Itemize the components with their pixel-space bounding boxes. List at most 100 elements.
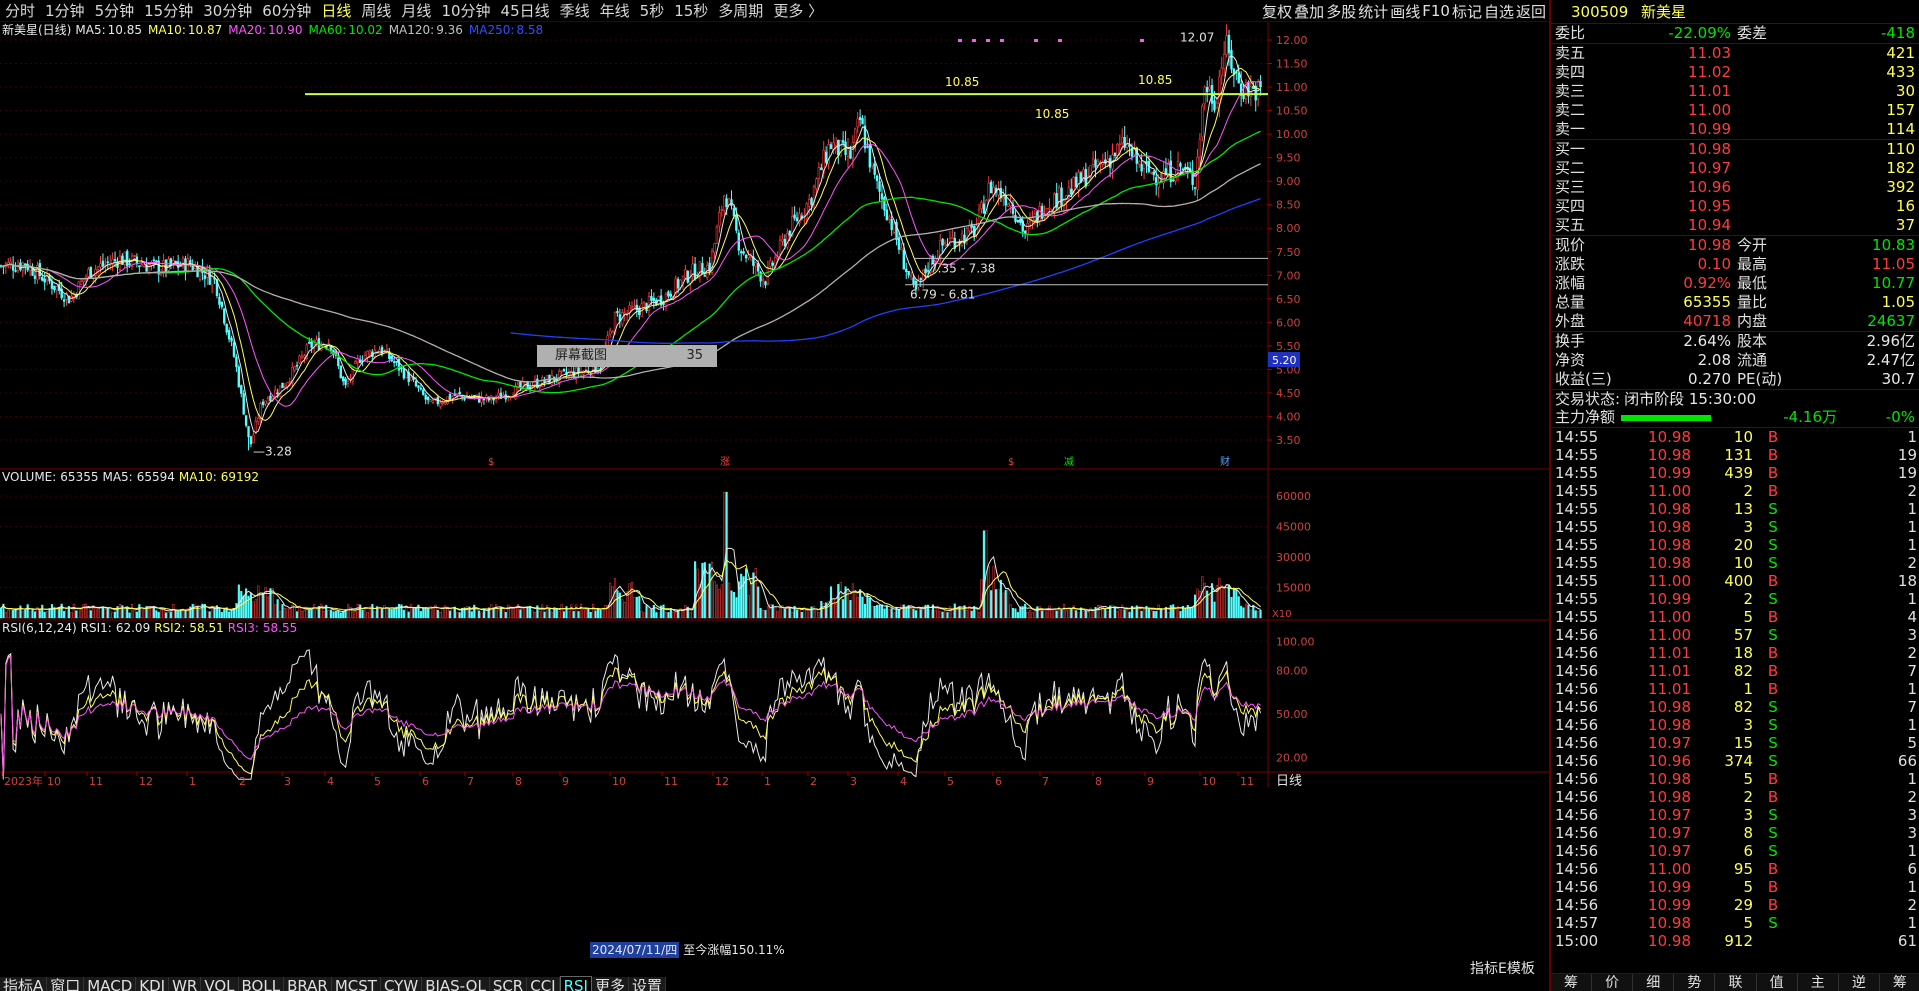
candle-body bbox=[220, 301, 224, 308]
period-tab-14[interactable]: 15秒 bbox=[669, 0, 713, 22]
volume-bar bbox=[1240, 605, 1243, 619]
quote-tab-7[interactable]: 逆 bbox=[1839, 974, 1880, 991]
bids-level-4[interactable]: 买五 10.94 37 bbox=[1551, 216, 1919, 235]
tool-button-5[interactable]: F10 bbox=[1421, 2, 1451, 20]
indicator-tab-3[interactable]: KDJ bbox=[136, 977, 170, 991]
period-tab-8[interactable]: 月线 bbox=[396, 0, 436, 22]
quote-tab-0[interactable]: 筹 bbox=[1551, 974, 1593, 991]
tool-button-1[interactable]: 叠加 bbox=[1293, 1, 1325, 22]
volume-bar bbox=[46, 611, 49, 619]
indicator-tab-7[interactable]: BRAR bbox=[284, 977, 332, 991]
volume-bar bbox=[657, 612, 660, 619]
period-tab-10[interactable]: 45日线 bbox=[496, 0, 555, 22]
candle-body bbox=[856, 118, 859, 128]
tool-button-4[interactable]: 画线 bbox=[1389, 1, 1421, 22]
volume-bar bbox=[332, 611, 335, 619]
indicator-tab-6[interactable]: BOLL bbox=[238, 977, 285, 991]
indicator-tab-12[interactable]: CCI bbox=[527, 977, 560, 991]
period-tab-16[interactable]: 更多 〉 bbox=[768, 0, 828, 22]
quote-tab-8[interactable]: 筹 bbox=[1880, 974, 1919, 991]
period-tab-11[interactable]: 季线 bbox=[555, 0, 595, 22]
period-tab-9[interactable]: 10分钟 bbox=[436, 0, 495, 22]
indicator-tab-9[interactable]: CYW bbox=[380, 977, 423, 991]
tick-time: 14:55 bbox=[1555, 500, 1599, 518]
kline-chart[interactable]: 12.00 11.50 11.00 10.50 10.00 9.50 9.00 8.50 8.0… bbox=[0, 22, 1549, 977]
volume-bar bbox=[873, 605, 876, 619]
indicator-tab-0[interactable]: 指标A bbox=[0, 977, 48, 991]
tool-button-2[interactable]: 多股 bbox=[1325, 1, 1357, 22]
indicator-tab-11[interactable]: SCR bbox=[489, 977, 528, 991]
asks-level-4[interactable]: 卖一 10.99 114 bbox=[1551, 120, 1919, 139]
tool-button-0[interactable]: 复权 bbox=[1261, 1, 1293, 22]
period-tab-3[interactable]: 15分钟 bbox=[139, 0, 198, 22]
candle-body bbox=[1077, 171, 1080, 190]
quote-tab-5[interactable]: 值 bbox=[1757, 974, 1798, 991]
quote-tab-6[interactable]: 主 bbox=[1798, 974, 1839, 991]
volume-bar bbox=[266, 596, 270, 619]
volume-bar bbox=[1092, 609, 1095, 619]
price-axis-label: 11.50 bbox=[1276, 58, 1308, 71]
indicator-tab-5[interactable]: VOL bbox=[201, 977, 239, 991]
asks-level-1[interactable]: 卖四 11.02 433 bbox=[1551, 63, 1919, 82]
volume-bar bbox=[526, 606, 529, 619]
quote-tab-2[interactable]: 细 bbox=[1633, 974, 1675, 991]
indicator-tab-2[interactable]: MACD bbox=[84, 977, 137, 991]
event-marker[interactable]: $ bbox=[1008, 457, 1014, 468]
kline-chart-area[interactable]: 新美星(日线) MA5: 10.85 MA10: 10.87 MA20: 10.90 MA6… bbox=[0, 22, 1549, 977]
period-tab-2[interactable]: 5分钟 bbox=[90, 0, 140, 22]
period-tab-12[interactable]: 年线 bbox=[595, 0, 635, 22]
period-tab-0[interactable]: 分时 bbox=[0, 0, 40, 22]
asks-label: 卖四 bbox=[1555, 63, 1586, 81]
period-tab-5[interactable]: 60分钟 bbox=[257, 0, 316, 22]
asks-level-3[interactable]: 卖二 11.00 157 bbox=[1551, 101, 1919, 120]
tool-button-8[interactable]: 返回 bbox=[1515, 1, 1547, 22]
indicator-tab-4[interactable]: WR bbox=[169, 977, 202, 991]
event-marker[interactable]: $ bbox=[488, 457, 494, 468]
quote-tab-4[interactable]: 联 bbox=[1715, 974, 1757, 991]
volume-bar bbox=[1184, 608, 1187, 619]
period-tab-15[interactable]: 多周期 bbox=[713, 0, 768, 22]
volume-bar bbox=[1038, 606, 1041, 619]
asks-level-2[interactable]: 卖三 11.01 30 bbox=[1551, 82, 1919, 101]
rsi-line-0 bbox=[0, 649, 1262, 780]
tool-button-6[interactable]: 标记 bbox=[1451, 1, 1483, 22]
indicator-tab-8[interactable]: MCST bbox=[331, 977, 381, 991]
indicator-tab-1[interactable]: 窗口 bbox=[47, 977, 85, 991]
period-tab-6[interactable]: 日线 bbox=[316, 0, 356, 22]
event-marker[interactable]: 涨 bbox=[720, 456, 730, 468]
screenshot-overlay[interactable]: 屏幕截图 35 bbox=[537, 345, 717, 367]
range-annotation-lower: 6.79 - 6.81 bbox=[910, 288, 975, 302]
tool-button-7[interactable]: 自选 bbox=[1483, 1, 1515, 22]
volume-bar bbox=[820, 600, 823, 619]
event-marker[interactable]: 减 bbox=[1064, 456, 1074, 468]
candle-body bbox=[1091, 158, 1095, 165]
template-label[interactable]: 指标E模板 bbox=[1470, 958, 1535, 978]
tool-button-3[interactable]: 统计 bbox=[1357, 1, 1389, 22]
quote-tab-1[interactable]: 价 bbox=[1592, 974, 1634, 991]
period-tab-7[interactable]: 周线 bbox=[356, 0, 396, 22]
candle-body bbox=[303, 355, 306, 358]
candle-body bbox=[167, 258, 170, 271]
tick-row: 14:56 10.99 29 B 2 bbox=[1551, 896, 1919, 914]
period-tab-1[interactable]: 1分钟 bbox=[40, 0, 90, 22]
period-tab-4[interactable]: 30分钟 bbox=[198, 0, 257, 22]
bids-level-3[interactable]: 买四 10.95 16 bbox=[1551, 197, 1919, 216]
event-marker[interactable]: 财 bbox=[1220, 455, 1230, 468]
bids-level-0[interactable]: 买一 10.98 110 bbox=[1551, 140, 1919, 159]
bids-level-1[interactable]: 买二 10.97 182 bbox=[1551, 159, 1919, 178]
indicator-tab-14[interactable]: 更多 bbox=[591, 977, 629, 991]
bids-level-2[interactable]: 买三 10.96 392 bbox=[1551, 178, 1919, 197]
candle-body bbox=[652, 297, 656, 302]
indicator-tab-10[interactable]: BIAS-QL bbox=[422, 977, 490, 991]
period-tab-13[interactable]: 5秒 bbox=[635, 0, 670, 22]
tick-list[interactable]: 14:55 10.98 10 B 1 14:55 10.98 131 B 19 14:55 10.99… bbox=[1551, 427, 1919, 950]
candle-body bbox=[919, 278, 923, 281]
stat-label: 量比 bbox=[1737, 293, 1768, 311]
indicator-tab-15[interactable]: 设置 bbox=[629, 977, 667, 991]
asks-level-0[interactable]: 卖五 11.03 421 bbox=[1551, 44, 1919, 63]
volume-bar bbox=[570, 604, 573, 619]
quote-tab-3[interactable]: 势 bbox=[1674, 974, 1716, 991]
tick-price: 11.01 bbox=[1648, 644, 1691, 662]
volume-bar bbox=[1033, 611, 1036, 619]
indicator-tab-13[interactable]: RSI bbox=[559, 976, 592, 991]
